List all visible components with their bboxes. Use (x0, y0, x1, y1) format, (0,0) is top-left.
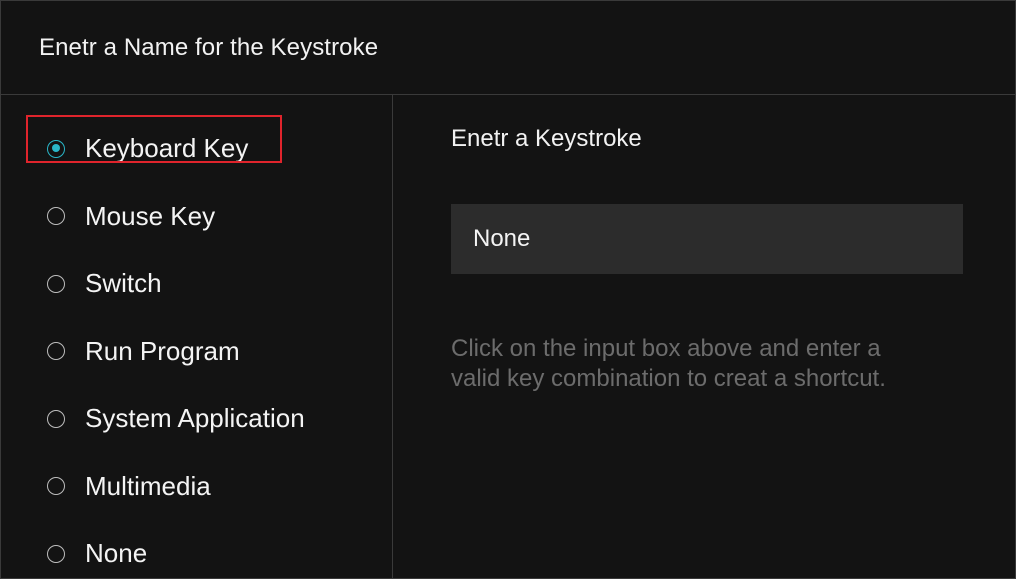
option-label: Keyboard Key (85, 133, 249, 164)
radio-selected-icon[interactable] (47, 139, 65, 158)
option-label: Multimedia (85, 470, 211, 501)
keystroke-dialog: Enetr a Name for the Keystroke Keyboard … (0, 0, 1016, 579)
option-label: None (85, 538, 148, 569)
option-label: Mouse Key (85, 200, 216, 231)
keystroke-hint-text: Click on the input box above and enter a… (451, 335, 886, 392)
radio-unselected-icon[interactable] (47, 409, 65, 428)
action-type-list: Keyboard Key Mouse Key Switch Run Progra… (1, 95, 393, 579)
keystroke-panel: Enetr a Keystroke None Click on the inpu… (393, 95, 1015, 579)
option-multimedia[interactable]: Multimedia (1, 453, 392, 521)
radio-unselected-icon[interactable] (47, 274, 65, 293)
dialog-body: Keyboard Key Mouse Key Switch Run Progra… (1, 95, 1015, 579)
option-label: System Application (85, 403, 305, 434)
option-label: Run Program (85, 335, 240, 366)
dialog-header: Enetr a Name for the Keystroke (1, 1, 1015, 95)
option-run-program[interactable]: Run Program (1, 318, 392, 386)
radio-unselected-icon[interactable] (47, 544, 65, 563)
keystroke-section-title: Enetr a Keystroke (451, 125, 642, 152)
keystroke-input[interactable]: None (451, 204, 963, 274)
radio-unselected-icon[interactable] (47, 342, 65, 361)
option-keyboard-key[interactable]: Keyboard Key (1, 115, 392, 183)
radio-unselected-icon[interactable] (47, 477, 65, 496)
option-label: Switch (85, 268, 162, 299)
option-switch[interactable]: Switch (1, 250, 392, 318)
option-mouse-key[interactable]: Mouse Key (1, 183, 392, 251)
keystroke-name-title[interactable]: Enetr a Name for the Keystroke (39, 34, 378, 62)
option-none[interactable]: None (1, 520, 392, 579)
radio-unselected-icon[interactable] (47, 207, 65, 226)
option-system-application[interactable]: System Application (1, 385, 392, 453)
